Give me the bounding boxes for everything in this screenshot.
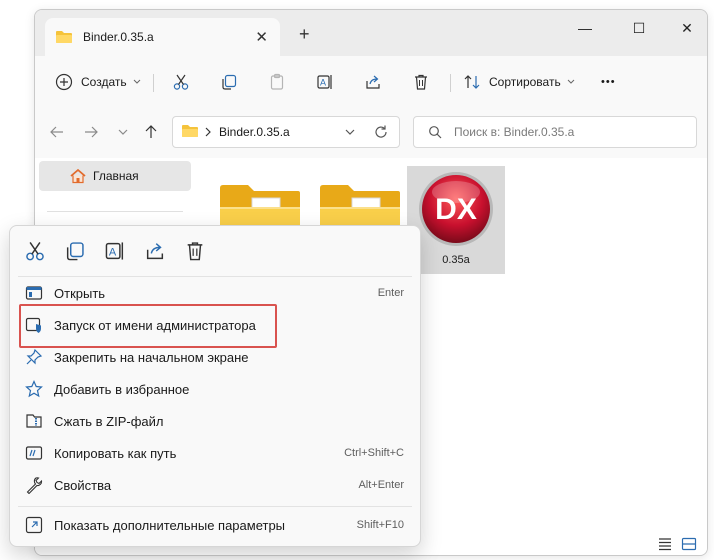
address-path: Binder.0.35.a [219,125,290,139]
menu-divider [18,506,412,507]
menu-item-shortcut: Ctrl+Shift+C [344,447,404,459]
maximize-button[interactable]: ☐ [627,20,651,37]
menu-item-label: Свойства [54,478,112,493]
menu-divider [18,276,412,277]
dx-app-icon-text: DX [435,193,477,226]
trash-icon[interactable] [184,240,206,262]
chevron-down-icon [567,79,575,84]
share-icon [366,75,380,89]
file-name: 0.35a [442,254,470,266]
delete-button[interactable] [412,70,430,94]
new-tab-button[interactable]: + [299,24,310,45]
scissors-icon [173,74,189,90]
home-icon [70,168,86,184]
menu-item-label: Закрепить на начальном экране [54,350,249,365]
arrow-right-icon [85,126,98,138]
chevron-down-icon[interactable] [345,128,355,136]
rename-icon: A [317,75,332,89]
cut-button[interactable] [172,70,190,94]
sort-label: Сортировать [489,75,561,89]
chevron-down-icon [133,79,140,84]
sort-button[interactable]: Сортировать [463,70,575,94]
copy-button[interactable] [220,70,238,94]
wrench-icon [26,477,43,494]
minimize-button[interactable]: — [573,20,597,36]
command-bar: Создать A Сортировать ••• [35,56,707,109]
chevron-right-icon [205,127,211,137]
tiles-view-icon[interactable] [681,537,697,551]
close-window-button[interactable]: ✕ [675,20,699,37]
search-input[interactable]: Поиск в: Binder.0.35.a [454,125,574,139]
share-button[interactable] [364,70,382,94]
share-icon[interactable] [144,240,166,262]
nav-item-home-label: Главная [93,169,139,183]
create-label: Создать [81,75,127,89]
search-box[interactable]: Поиск в: Binder.0.35.a [413,116,697,148]
star-icon [25,380,43,398]
arrow-up-icon [145,125,157,138]
arrow-left-icon [50,126,63,138]
folder-icon [182,125,198,137]
more-options-icon [25,516,43,534]
paste-button[interactable] [268,70,286,94]
nav-divider [47,211,183,212]
recent-locations-button[interactable] [113,124,133,144]
nav-item-home[interactable]: Главная [39,161,191,191]
svg-text:A: A [109,246,117,258]
scissors-icon[interactable] [24,240,46,262]
context-quick-actions: A [10,226,420,276]
copy-path-icon [25,446,43,460]
create-button[interactable]: Создать [55,70,141,94]
menu-item-label: Добавить в избранное [54,382,190,397]
chevron-down-icon [118,129,128,135]
open-window-icon [25,286,43,300]
tab-binder[interactable]: Binder.0.35.a ✕ [45,18,280,56]
up-button[interactable] [141,124,161,144]
plus-circle-icon [55,73,73,91]
menu-item-label: Показать дополнительные параметры [54,518,286,533]
context-menu: A Открыть Enter Запуск от имени админист… [9,225,421,547]
toolbar-divider [450,74,451,92]
refresh-icon[interactable] [373,124,389,140]
tab-title: Binder.0.35.a [83,30,154,44]
menu-item-shortcut: Enter [377,287,404,299]
tab-close-button[interactable]: ✕ [255,28,268,46]
sort-icon [464,75,480,89]
pin-icon [26,348,43,365]
view-switcher [657,537,697,551]
back-button[interactable] [47,124,67,144]
toolbar-divider [153,74,154,92]
trash-icon [415,74,427,90]
file-item-selected[interactable]: DX 0.35a [407,166,505,274]
more-options-button[interactable]: ••• [601,70,616,94]
svg-text:A: A [320,78,326,88]
search-icon [429,126,442,139]
menu-item-shortcut: Alt+Enter [358,479,404,491]
menu-item-add-favorites[interactable]: Добавить в избранное [16,374,414,404]
details-view-icon[interactable] [657,537,673,551]
annotation-highlight [19,304,277,348]
clipboard-icon [270,73,284,90]
menu-item-shortcut: Shift+F10 [356,519,404,531]
menu-item-label: Сжать в ZIP-файл [54,414,164,429]
menu-item-label: Копировать как путь [54,446,177,461]
address-bar[interactable]: Binder.0.35.a [172,116,400,148]
rename-icon[interactable]: A [104,240,126,262]
rename-button[interactable]: A [316,70,334,94]
menu-item-label: Открыть [54,286,106,301]
zip-icon [26,414,42,428]
menu-item-show-more-options[interactable]: Показать дополнительные параметры Shift+… [16,510,414,540]
title-bar: Binder.0.35.a ✕ + — ☐ ✕ [35,10,707,56]
dx-app-icon: DX [419,172,493,246]
menu-item-copy-path[interactable]: Копировать как путь Ctrl+Shift+C [16,438,414,468]
forward-button[interactable] [81,124,101,144]
copy-icon[interactable] [64,240,86,262]
menu-item-properties[interactable]: Свойства Alt+Enter [16,470,414,500]
folder-icon [56,31,72,43]
copy-icon [222,74,237,90]
menu-item-compress-zip[interactable]: Сжать в ZIP-файл [16,406,414,436]
address-row: Binder.0.35.a Поиск в: Binder.0.35.a [35,108,707,158]
